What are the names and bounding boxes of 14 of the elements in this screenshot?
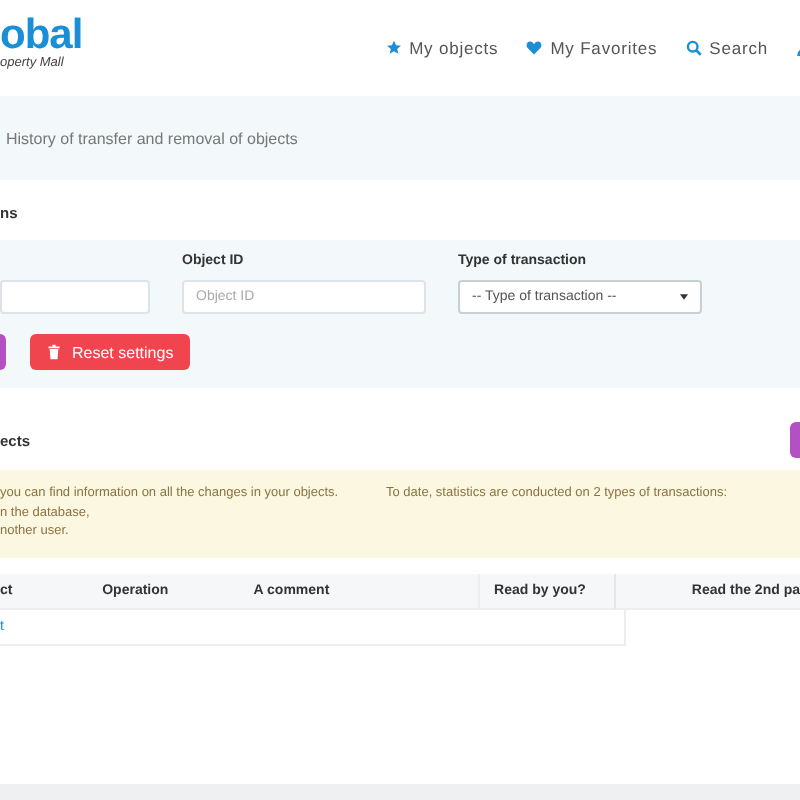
logo-text[interactable]: obal	[0, 16, 83, 56]
breadcrumb-text: History of transfer and removal of objects	[6, 129, 298, 147]
reset-button[interactable]: Reset settings	[30, 334, 190, 370]
nav-link[interactable]: Search	[685, 36, 768, 60]
star-icon	[385, 40, 402, 56]
nav-link[interactable]: My Favorites	[526, 36, 658, 60]
action-button[interactable]	[790, 422, 800, 458]
trash-icon	[46, 344, 62, 360]
caret-icon	[680, 294, 688, 300]
input-field[interactable]	[0, 280, 150, 314]
apply-button[interactable]	[0, 334, 6, 370]
nav-link[interactable]: My objects	[385, 36, 499, 60]
search-icon	[685, 40, 702, 56]
heart-icon	[526, 40, 543, 56]
